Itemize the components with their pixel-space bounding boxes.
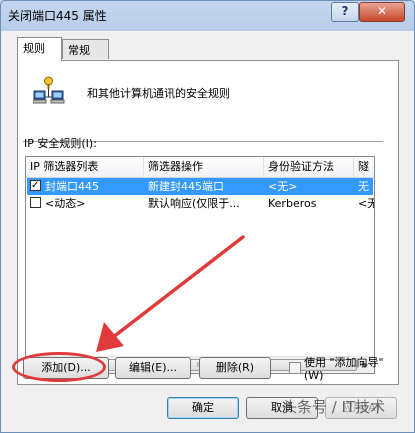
remove-button[interactable]: 删除(R) xyxy=(199,357,271,379)
help-button[interactable]: ? xyxy=(331,2,359,22)
rules-description: 和其他计算机通讯的安全规则 xyxy=(87,87,230,100)
rule-filter-action: 新建封445端口 xyxy=(148,180,224,193)
list-header: IP 筛选器列表 筛选器操作 身份验证方法 隧 xyxy=(26,157,374,178)
rule-auth-method: Kerberos xyxy=(268,197,317,210)
tab-general[interactable]: 常规 xyxy=(62,39,109,59)
column-filter-list[interactable]: IP 筛选器列表 xyxy=(26,157,144,177)
column-filter-action[interactable]: 筛选器操作 xyxy=(144,157,264,177)
window-title: 关闭端口445 属性 xyxy=(8,9,107,23)
tab-general-label: 常规 xyxy=(68,44,90,57)
rule-tunnel: 无 xyxy=(358,180,369,193)
rules-list-label: IP 安全规则(I): xyxy=(24,137,97,150)
rule-filter-action: 默认响应(仅限于... xyxy=(148,197,240,210)
use-wizard-label: 使用 "添加向导"(W) xyxy=(304,356,384,382)
ip-security-rules-list[interactable]: IP 筛选器列表 筛选器操作 身份验证方法 隧 封端口445 新建封445端口 … xyxy=(25,156,375,374)
rule-filter-list: <动态> xyxy=(45,197,86,210)
rule-row[interactable]: <动态> 默认响应(仅限于... Kerberos <无 xyxy=(27,195,374,212)
title-bar[interactable]: 关闭端口445 属性 ? ✕ xyxy=(1,1,414,31)
use-wizard-checkbox[interactable] xyxy=(289,362,301,374)
column-auth-method[interactable]: 身份验证方法 xyxy=(264,157,354,177)
rule-row[interactable]: 封端口445 新建封445端口 <无> 无 xyxy=(27,177,373,195)
watermark: 头条号 / IT技术 xyxy=(282,398,386,416)
column-tunnel[interactable]: 隧 xyxy=(354,157,374,177)
rule-auth-method: <无> xyxy=(268,180,298,193)
rule-checkbox[interactable] xyxy=(30,197,41,208)
tab-rules-label: 规则 xyxy=(23,42,45,55)
close-button[interactable]: ✕ xyxy=(359,2,405,22)
rule-tunnel: <无 xyxy=(358,197,374,210)
edit-button[interactable]: 编辑(E)... xyxy=(115,357,191,379)
tab-rules[interactable]: 规则 xyxy=(17,37,62,61)
annotation-ellipse xyxy=(12,352,106,382)
network-computers-icon xyxy=(33,76,65,104)
rule-checkbox[interactable] xyxy=(30,177,41,194)
rule-filter-list: 封端口445 xyxy=(45,180,99,193)
ok-button[interactable]: 确定 xyxy=(167,397,239,419)
